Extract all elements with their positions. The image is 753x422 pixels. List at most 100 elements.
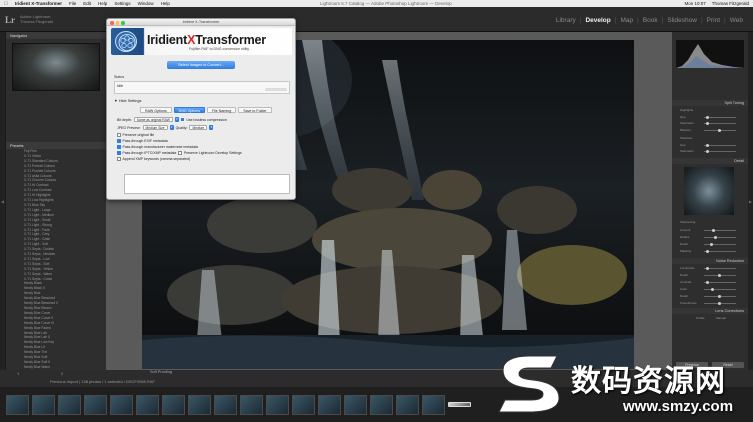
detail-header[interactable]: Detail: [672, 158, 748, 164]
filmstrip-thumbnail[interactable]: [292, 394, 315, 415]
app-menu[interactable]: Iridient X-Transformer: [15, 1, 62, 6]
menu-item-help[interactable]: Help: [98, 1, 107, 6]
lossless-checkbox[interactable]: [180, 117, 185, 122]
filmstrip-thumbnail[interactable]: [422, 394, 445, 415]
module-map[interactable]: Map: [620, 17, 633, 24]
minimize-icon[interactable]: [115, 21, 119, 25]
filmstrip-thumbnail[interactable]: [318, 394, 341, 415]
filmstrip-thumbnail[interactable]: [344, 394, 367, 415]
apple-icon[interactable]: : [4, 1, 9, 7]
chevron-down-icon[interactable]: ▾: [174, 117, 179, 122]
soft-proofing-toggle[interactable]: Soft Proofing: [150, 370, 172, 374]
tab-file-naming[interactable]: File Naming: [207, 107, 237, 113]
filmstrip-thumbnail[interactable]: [136, 394, 159, 415]
navigator-header[interactable]: Navigator: [6, 32, 106, 39]
lens-corrections-header[interactable]: Lens Corrections: [672, 308, 748, 314]
menu-item-file[interactable]: File: [69, 1, 76, 6]
filmstrip-thumbnail[interactable]: [84, 394, 107, 415]
color-slider[interactable]: [704, 288, 736, 291]
chevron-down-icon[interactable]: ▾: [169, 125, 174, 130]
filmstrip-thumbnail[interactable]: [214, 394, 237, 415]
tab-save-to-folder[interactable]: Save to Folder: [238, 107, 272, 113]
radius-slider[interactable]: [704, 236, 736, 239]
navigator-preview[interactable]: [12, 43, 100, 91]
filmstrip-thumbnail[interactable]: [58, 394, 81, 415]
detail-slider[interactable]: [704, 243, 736, 246]
tab-dng-options[interactable]: DNG Options: [173, 107, 206, 113]
zoom-icon[interactable]: [121, 21, 125, 25]
jpeg-preview-select[interactable]: Medium Size: [142, 125, 168, 130]
close-icon[interactable]: [110, 21, 114, 25]
histogram[interactable]: [676, 40, 744, 68]
luminance-slider[interactable]: [704, 267, 736, 270]
presets-header[interactable]: Presets: [6, 142, 106, 149]
menu-item-help-2[interactable]: Help: [161, 1, 170, 6]
noise-label-color: Color: [680, 287, 688, 291]
right-panel-toggle[interactable]: ▶: [748, 32, 753, 370]
select-images-button[interactable]: Select Images to Convert...: [167, 61, 235, 69]
pass-iptc-checkbox[interactable]: [117, 151, 121, 155]
color-detail-slider[interactable]: [704, 295, 736, 298]
quality-select[interactable]: Medium: [189, 125, 208, 130]
filmstrip-thumbnail[interactable]: [188, 394, 211, 415]
filmstrip-thumbnail[interactable]: [240, 394, 263, 415]
tab-profile[interactable]: Profile: [696, 316, 705, 320]
chevron-right-icon: ▶: [748, 198, 753, 204]
smoothness-slider[interactable]: [704, 302, 736, 305]
filmstrip-thumbnail[interactable]: [266, 394, 289, 415]
filmstrip-breadcrumb[interactable]: Previous Import | 138 photos / 1 selecte…: [50, 379, 155, 384]
saturation-slider[interactable]: [704, 122, 736, 125]
view-2-button[interactable]: 2: [61, 371, 63, 376]
filmstrip-thumbnail[interactable]: [6, 394, 29, 415]
tab-raw-options[interactable]: RAW Options: [140, 107, 172, 113]
masking-slider[interactable]: [704, 250, 736, 253]
tab-manual[interactable]: Manual: [716, 316, 726, 320]
hue-slider[interactable]: [704, 116, 736, 119]
detail-preview[interactable]: [684, 167, 734, 215]
pass-exif-checkbox[interactable]: [117, 139, 121, 143]
lossless-label: Use lossless compression: [186, 117, 227, 122]
shadow-saturation-slider[interactable]: [704, 150, 736, 153]
left-panel-toggle[interactable]: ◀: [0, 32, 5, 370]
shadow-hue-slider[interactable]: [704, 144, 736, 147]
jpeg-preview-label: JPEG Preview:: [117, 125, 141, 130]
filmstrip-thumbnail[interactable]: [32, 394, 55, 415]
module-develop[interactable]: Develop: [585, 17, 610, 24]
module-book[interactable]: Book: [643, 17, 658, 24]
preserve-lr-checkbox[interactable]: [178, 151, 182, 155]
balance-slider[interactable]: [704, 129, 736, 132]
module-print[interactable]: Print: [707, 17, 720, 24]
view-1-button[interactable]: 1: [17, 371, 19, 376]
filmstrip-thumbnail[interactable]: [396, 394, 419, 415]
append-keywords-row: Append XMP keywords (comma separated): [117, 157, 190, 161]
user-name[interactable]: Thomas Fitzgerald: [712, 1, 749, 6]
app-banner: IridientXTransformer Fujifilm RAF to DNG…: [111, 28, 292, 55]
pass-makernote-checkbox[interactable]: [117, 145, 121, 149]
keywords-textarea[interactable]: [124, 174, 290, 194]
bit-depth-select[interactable]: Same as original RAW: [133, 117, 173, 122]
append-keywords-checkbox[interactable]: [117, 157, 121, 161]
filmstrip-thumbnail[interactable]: [110, 394, 133, 415]
noise-contrast-slider[interactable]: [704, 281, 736, 284]
slider-label-hue-2: Hue: [680, 143, 686, 147]
split-toning-header[interactable]: Split Toning: [672, 100, 748, 106]
amount-slider[interactable]: [704, 229, 736, 232]
filmstrip-thumbnail[interactable]: [448, 402, 471, 407]
slider-label-balance: Balance: [680, 128, 691, 132]
clock: Mon 10:07: [684, 1, 706, 6]
window-titlebar[interactable]: Iridient X-Transformer: [107, 19, 295, 26]
mac-menubar:  Iridient X-Transformer File Edit Help …: [0, 0, 753, 7]
noise-reduction-header[interactable]: Noise Reduction: [672, 258, 748, 264]
module-slideshow[interactable]: Slideshow: [667, 17, 697, 24]
menu-item-edit[interactable]: Edit: [83, 1, 91, 6]
chevron-down-icon[interactable]: ▾: [209, 125, 214, 130]
hide-settings-toggle[interactable]: ▼ Hide Settings: [114, 99, 141, 103]
menu-item-settings[interactable]: Settings: [114, 1, 130, 6]
preserve-original-checkbox[interactable]: [117, 133, 121, 137]
menu-item-window[interactable]: Window: [138, 1, 154, 6]
noise-detail-slider[interactable]: [704, 274, 736, 277]
module-library[interactable]: Library: [556, 17, 576, 24]
module-web[interactable]: Web: [730, 17, 743, 24]
filmstrip-thumbnail[interactable]: [370, 394, 393, 415]
filmstrip-thumbnail[interactable]: [162, 394, 185, 415]
